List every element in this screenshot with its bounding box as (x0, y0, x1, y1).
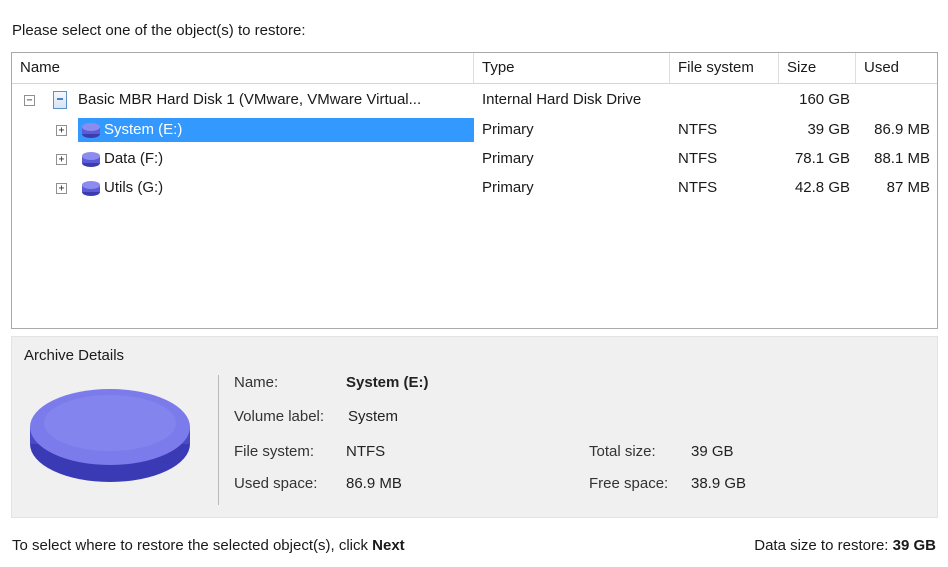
details-divider (218, 375, 219, 505)
volume-size: 42.8 GB (794, 179, 850, 196)
tree-row-volume-data[interactable]: + Data (F:) Primary NTFS 78.1 GB 88.1 MB (12, 145, 937, 173)
disk-platter-icon (30, 389, 190, 482)
volume-name: Utils (G:) (104, 179, 164, 196)
column-header-name[interactable]: Name (12, 53, 474, 83)
used-space-label: Used space: (234, 475, 318, 492)
volume-fs: NTFS (678, 150, 718, 167)
column-header-row: Name Type File system Size Used (12, 53, 937, 84)
data-size-summary: Data size to restore: 39 GB (754, 537, 936, 554)
volume-fs: NTFS (678, 121, 718, 138)
total-size-value: 39 GB (691, 443, 734, 460)
volume-fs: NTFS (678, 179, 718, 196)
total-size-label: Total size: (589, 443, 656, 460)
tree-row-volume-utils[interactable]: + Utils (G:) Primary NTFS 42.8 GB 87 MB (12, 174, 937, 202)
volume-size: 39 GB (807, 121, 850, 138)
volume-size: 78.1 GB (794, 150, 850, 167)
expand-icon[interactable]: + (56, 154, 67, 165)
column-header-size[interactable]: Size (779, 53, 856, 83)
disk-name: Basic MBR Hard Disk 1 (VMware, VMware Vi… (78, 91, 422, 108)
disk-size: 160 GB (799, 91, 850, 108)
tree-row-volume-system[interactable]: + System (E:) Primary NTFS 39 GB 86.9 MB (12, 116, 937, 144)
hard-disk-icon (53, 91, 67, 109)
expand-icon[interactable]: + (56, 125, 67, 136)
volume-name: Data (F:) (104, 150, 164, 167)
volume-label-value: System (348, 408, 399, 425)
column-header-type[interactable]: Type (474, 53, 670, 83)
file-system-label: File system: (234, 443, 315, 460)
tree-row-disk[interactable]: − Basic MBR Hard Disk 1 (VMware, VMware … (12, 86, 937, 114)
volume-type: Primary (482, 150, 534, 167)
volume-used: 87 MB (886, 179, 930, 196)
free-space-label: Free space: (589, 475, 669, 492)
archive-details-panel: Archive Details Name: System (E:) Volume… (11, 336, 938, 518)
volume-icon (82, 123, 100, 138)
volume-icon (82, 152, 100, 167)
volume-icon (82, 181, 100, 196)
archive-details-title: Archive Details (24, 347, 125, 364)
prompt-text: Please select one of the object(s) to re… (12, 22, 306, 39)
disk-type: Internal Hard Disk Drive (482, 91, 642, 108)
volume-used: 86.9 MB (874, 121, 930, 138)
file-system-value: NTFS (346, 443, 386, 460)
name-label: Name: (234, 374, 279, 391)
volume-name: System (E:) (104, 121, 183, 138)
volume-label-label: Volume label: (234, 408, 325, 425)
name-value: System (E:) (346, 374, 429, 391)
free-space-value: 38.9 GB (691, 475, 747, 492)
volume-type: Primary (482, 121, 534, 138)
objects-tree[interactable]: Name Type File system Size Used − Basic … (11, 52, 938, 329)
data-size-label: Data size to restore: (754, 537, 893, 554)
footer-instruction: To select where to restore the selected … (12, 537, 405, 554)
expand-icon[interactable]: + (56, 183, 67, 194)
volume-type: Primary (482, 179, 534, 196)
instruction-text: To select where to restore the selected … (12, 537, 373, 554)
column-header-used[interactable]: Used (856, 53, 939, 83)
used-space-value: 86.9 MB (346, 475, 402, 492)
column-header-file-system[interactable]: File system (670, 53, 779, 83)
data-size-value: 39 GB (892, 537, 936, 554)
next-word: Next (372, 537, 405, 554)
collapse-icon[interactable]: − (24, 95, 35, 106)
volume-used: 88.1 MB (874, 150, 930, 167)
